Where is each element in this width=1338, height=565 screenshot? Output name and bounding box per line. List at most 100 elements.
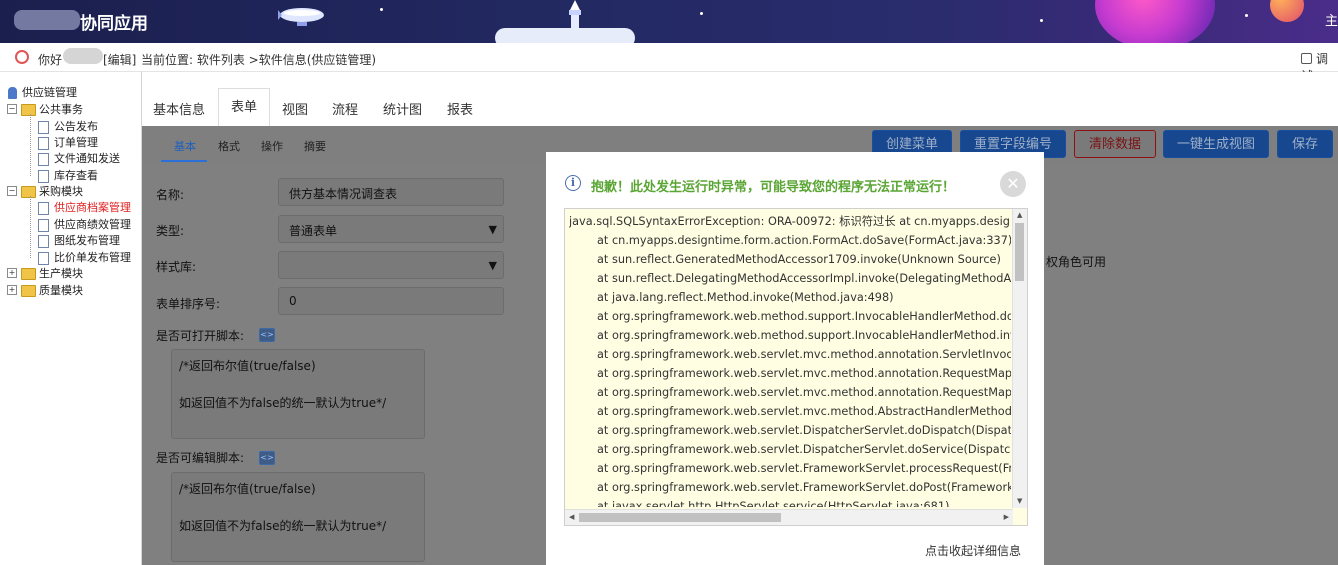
tree-item-price-comparison[interactable]: 比价单发布管理	[38, 249, 131, 265]
scroll-down-icon[interactable]: ▼	[1017, 497, 1022, 505]
script-line: /*返回布尔值(true/false)	[179, 482, 316, 496]
save-button[interactable]: 保存	[1277, 130, 1333, 158]
open-script-textarea[interactable]: /*返回布尔值(true/false) 如返回值不为false的统一默认为tru…	[171, 349, 425, 439]
document-icon	[38, 152, 49, 166]
collapse-details-link[interactable]: 点击收起详细信息	[925, 542, 1021, 559]
tree-item-label: 文件通知发送	[54, 152, 120, 165]
expand-toggle-icon[interactable]: +	[7, 285, 17, 295]
collapse-toggle-icon[interactable]: −	[7, 104, 17, 114]
tab-view[interactable]: 视图	[282, 99, 308, 118]
subtab-operation[interactable]: 操作	[261, 138, 283, 154]
folder-icon	[21, 104, 36, 116]
tree-item-orders[interactable]: 订单管理	[38, 134, 98, 150]
subtab-basic[interactable]: 基本	[174, 138, 196, 154]
tree-item-label: 订单管理	[54, 136, 98, 149]
stack-trace-box[interactable]: java.sql.SQLSyntaxErrorException: ORA-00…	[564, 208, 1028, 526]
subtab-format[interactable]: 格式	[218, 138, 240, 154]
vertical-scrollbar[interactable]: ▲ ▼	[1012, 209, 1027, 508]
name-label: 名称:	[156, 188, 185, 202]
stack-trace-line: at javax.servlet.http.HttpServlet.servic…	[597, 500, 950, 507]
scroll-left-icon[interactable]: ◀	[569, 513, 574, 521]
tree-line	[30, 114, 31, 176]
expand-toggle-icon[interactable]: +	[7, 268, 17, 278]
scroll-right-icon[interactable]: ▶	[1004, 513, 1009, 521]
document-icon	[38, 169, 49, 183]
document-icon	[38, 201, 49, 215]
planet-small-decoration	[1270, 0, 1304, 22]
tree-item-supplier-performance[interactable]: 供应商绩效管理	[38, 216, 131, 232]
stack-trace-line: at org.springframework.web.servlet.mvc.m…	[597, 367, 1011, 380]
stack-trace-line: at org.springframework.web.method.suppor…	[597, 310, 1011, 323]
script-line: 如返回值不为false的统一默认为true*/	[179, 396, 387, 410]
type-select-value: 普通表单	[289, 224, 338, 238]
style-library-label: 样式库:	[156, 260, 197, 274]
order-input[interactable]: 0	[278, 287, 504, 315]
tree-item-supplier-archive[interactable]: 供应商档案管理	[38, 199, 131, 215]
tree-item-label: 比价单发布管理	[54, 251, 131, 264]
tree-item-inventory[interactable]: 库存查看	[38, 167, 98, 183]
tree-line	[30, 196, 31, 258]
app-title: 协同应用	[80, 14, 148, 34]
tree-item-drawing-release[interactable]: 图纸发布管理	[38, 232, 120, 248]
tree-item-label: 图纸发布管理	[54, 234, 120, 247]
scroll-up-icon[interactable]: ▲	[1017, 211, 1022, 219]
star-decoration	[380, 8, 383, 11]
subtab-summary[interactable]: 摘要	[304, 138, 326, 154]
tab-report[interactable]: 报表	[447, 99, 473, 118]
tree-group-production[interactable]: 生产模块	[21, 265, 83, 281]
planet-decoration	[1095, 0, 1215, 43]
generate-view-button[interactable]: 一键生成视图	[1163, 130, 1269, 158]
clear-data-button[interactable]: 清除数据	[1074, 130, 1156, 158]
error-dialog: i 抱歉！此处发生运行时异常，可能导致您的程序无法正常运行！ ✕ java.sq…	[546, 152, 1044, 565]
subtab-active-indicator	[161, 160, 207, 162]
stack-trace-line: at org.springframework.web.servlet.Frame…	[597, 462, 1011, 475]
star-decoration	[1040, 19, 1043, 22]
script-line: 如返回值不为false的统一默认为true*/	[179, 519, 387, 533]
order-label: 表单排序号:	[156, 297, 221, 311]
stack-trace-line: at org.springframework.web.servlet.Dispa…	[597, 443, 1011, 456]
edit-script-label: 是否可编辑脚本:	[156, 451, 245, 465]
role-available-text: 权角色可用	[1046, 255, 1107, 269]
top-right-user[interactable]: 主	[1325, 10, 1338, 29]
tree-item-announcement[interactable]: 公告发布	[38, 118, 98, 134]
stack-trace-text: java.sql.SQLSyntaxErrorException: ORA-00…	[569, 212, 1011, 507]
tree-group-label: 质量模块	[39, 284, 83, 297]
style-library-select[interactable]: ▼	[278, 251, 504, 279]
folder-icon	[21, 285, 36, 297]
tree-root[interactable]: 供应链管理	[8, 84, 77, 100]
tree-item-label: 库存查看	[54, 169, 98, 182]
edit-profile-link[interactable]: [编辑]	[103, 51, 136, 68]
edit-script-textarea[interactable]: /*返回布尔值(true/false) 如返回值不为false的统一默认为tru…	[171, 472, 425, 562]
type-select[interactable]: 普通表单 ▼	[278, 215, 504, 243]
horizontal-scroll-thumb[interactable]	[579, 513, 781, 522]
name-input[interactable]: 供方基本情况调查表	[278, 178, 504, 206]
tree-group-quality[interactable]: 质量模块	[21, 282, 83, 298]
stack-trace-line: at sun.reflect.GeneratedMethodAccessor17…	[597, 253, 1001, 266]
tree-item-file-notice[interactable]: 文件通知发送	[38, 150, 120, 166]
info-icon: i	[565, 175, 581, 191]
tab-flow[interactable]: 流程	[332, 99, 358, 118]
script-editor-icon[interactable]: <>	[259, 451, 275, 465]
star-decoration	[700, 12, 703, 15]
collapse-toggle-icon[interactable]: −	[7, 186, 17, 196]
type-label: 类型:	[156, 224, 185, 238]
stack-trace-line: at cn.myapps.designtime.form.action.Form…	[597, 234, 1011, 247]
tab-form[interactable]: 表单	[218, 88, 271, 127]
stack-trace-line: at org.springframework.web.servlet.mvc.m…	[597, 405, 1011, 418]
stack-trace-line: java.sql.SQLSyntaxErrorException: ORA-00…	[569, 215, 1010, 228]
airship-decoration	[278, 8, 324, 26]
document-icon	[38, 120, 49, 134]
close-icon[interactable]: ✕	[1000, 171, 1026, 197]
tree-item-label: 公告发布	[54, 120, 98, 133]
tab-basic-info[interactable]: 基本信息	[153, 99, 205, 118]
horizontal-scrollbar[interactable]: ◀ ▶	[565, 509, 1013, 525]
vertical-scroll-thumb[interactable]	[1015, 223, 1024, 281]
tab-statistics-chart[interactable]: 统计图	[383, 99, 422, 118]
stack-trace-line: at java.lang.reflect.Method.invoke(Metho…	[597, 291, 894, 304]
star-decoration	[1245, 14, 1248, 17]
cloud-decoration	[495, 28, 635, 43]
stack-trace-line: at org.springframework.web.method.suppor…	[597, 329, 1011, 342]
script-editor-icon[interactable]: <>	[259, 328, 275, 342]
chevron-down-icon: ▼	[488, 259, 497, 272]
user-bar: 你好 [编辑] 当前位置: 软件列表 >软件信息(供应链管理) 调试	[0, 43, 1338, 83]
